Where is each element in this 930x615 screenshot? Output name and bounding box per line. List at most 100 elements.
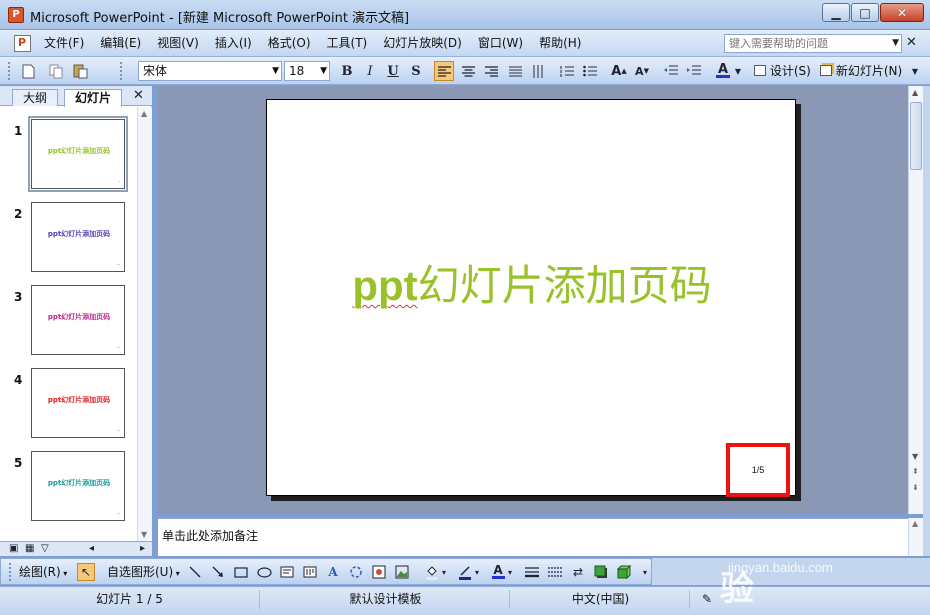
close-button[interactable]: ✕ [880,3,924,22]
minimize-button[interactable]: ▁ [822,3,850,22]
font-name-select[interactable]: 宋体 ▼ [138,61,282,81]
scroll-up-icon[interactable]: ▲ [141,109,147,118]
menu-view[interactable]: 视图(V) [149,30,207,57]
notes-pane[interactable]: 单击此处添加备注 [158,518,923,556]
new-document-icon[interactable] [18,61,38,81]
menu-slideshow[interactable]: 幻灯片放映(D) [375,30,470,57]
notes-placeholder[interactable]: 单击此处添加备注 [162,527,258,544]
slide-thumbnail[interactable]: ppt幻灯片添加页码 · [28,116,128,192]
toolbar-options-icon[interactable]: ▾ [639,563,651,581]
align-center-icon[interactable] [458,61,478,81]
scrollbar-thumb[interactable] [910,102,922,170]
list-item[interactable]: 2 ppt幻灯片添加页码 ·· [0,195,137,275]
next-slide-icon[interactable]: ⇟ [912,483,919,492]
arrow-icon[interactable] [209,563,227,581]
font-color-icon[interactable]: A [713,61,733,81]
chevron-down-icon[interactable]: ▼ [320,62,327,80]
shadow-style-icon[interactable] [592,563,610,581]
slide-page-number[interactable]: 1/5 [730,465,786,475]
maximize-button[interactable]: □ [851,3,879,22]
toolbar-grip[interactable] [9,563,12,581]
chevron-down-icon[interactable]: ▼ [892,35,899,52]
toolbar-grip[interactable] [8,62,11,80]
shadow-button[interactable]: S [406,61,426,81]
tab-slides[interactable]: 幻灯片 [64,89,123,107]
slide-sorter-view-icon[interactable]: ▦ [25,543,34,554]
oval-icon[interactable] [255,563,273,581]
powerpoint-app-icon[interactable]: P [8,7,24,23]
slide-thumbnail[interactable]: ppt幻灯片添加页码 ·· [31,285,125,355]
tab-outline[interactable]: 大纲 [12,89,59,106]
menu-edit[interactable]: 编辑(E) [92,30,149,57]
wordart-icon[interactable]: A [324,563,342,581]
copy-icon[interactable] [46,61,66,81]
scroll-up-icon[interactable]: ▲ [912,88,918,97]
dash-style-icon[interactable] [546,563,564,581]
arrow-style-icon[interactable]: ⇄ [569,563,587,581]
vertical-text-icon[interactable] [528,61,548,81]
status-design-template[interactable]: 默认设计模板 [262,590,510,609]
increase-font-size-icon[interactable]: A ▲ [609,61,629,81]
slide-scrollbar[interactable]: ▲ ▼ ⇞ ⇟ [908,86,923,514]
scroll-down-icon[interactable]: ▼ [912,452,918,461]
normal-view-icon[interactable]: ▣ [9,543,18,554]
vertical-text-box-icon[interactable] [301,563,319,581]
line-icon[interactable] [186,563,204,581]
decrease-font-size-icon[interactable]: A ▼ [632,61,652,81]
toolbar-grip[interactable] [120,62,123,80]
menu-file[interactable]: 文件(F) [36,30,92,57]
menu-tools[interactable]: 工具(T) [319,30,376,57]
spelling-status-icon[interactable]: ✎ [692,590,722,609]
underline-button[interactable]: U [383,61,403,81]
chevron-down-icon[interactable]: ▾ [505,563,515,581]
menu-help[interactable]: 帮助(H) [531,30,589,57]
menu-window[interactable]: 窗口(W) [470,30,531,57]
bold-button[interactable]: B [337,61,357,81]
scroll-down-icon[interactable]: ▼ [141,530,147,539]
list-item[interactable]: 3 ppt幻灯片添加页码 ·· [0,278,137,358]
justify-icon[interactable] [505,61,525,81]
bullets-icon[interactable] [580,61,600,81]
menu-insert[interactable]: 插入(I) [207,30,260,57]
help-question-input[interactable]: 键入需要帮助的问题 ▼ [724,34,902,53]
line-style-icon[interactable] [523,563,541,581]
numbering-icon[interactable] [557,61,577,81]
align-left-icon[interactable] [434,61,454,81]
document-icon[interactable] [14,35,31,52]
toolbar-options-icon[interactable]: ▼ [908,61,922,81]
notes-scrollbar[interactable]: ▲ [908,518,923,556]
paste-icon[interactable] [70,61,90,81]
slide-thumbnail[interactable]: ppt幻灯片添加页码 ·· [31,368,125,438]
chevron-down-icon[interactable]: ▼ [272,62,279,80]
align-right-icon[interactable] [481,61,501,81]
rectangle-icon[interactable] [232,563,250,581]
panel-close-icon[interactable]: ✕ [133,88,144,103]
chevron-down-icon[interactable]: ▼ [733,61,743,81]
autoshapes-menu-button[interactable]: 自选图形(U) ▾ [107,563,180,582]
scroll-right-icon[interactable]: ▸ [140,543,145,554]
text-box-icon[interactable] [278,563,296,581]
slide-thumbnail[interactable]: ppt幻灯片添加页码 ·· [31,451,125,521]
previous-slide-icon[interactable]: ⇞ [912,467,919,476]
diagram-icon[interactable] [347,563,365,581]
document-close-icon[interactable]: ✕ [906,35,917,50]
chevron-down-icon[interactable]: ▾ [439,563,449,581]
select-objects-icon[interactable]: ↖ [77,563,95,581]
insert-picture-icon[interactable] [393,563,411,581]
3d-style-icon[interactable] [615,563,633,581]
scroll-left-icon[interactable]: ◂ [89,543,94,554]
menu-format[interactable]: 格式(O) [260,30,319,57]
design-button[interactable]: 设计(S) [754,62,811,79]
chevron-down-icon[interactable]: ▾ [472,563,482,581]
font-size-select[interactable]: 18 ▼ [284,61,330,81]
slide-thumbnail[interactable]: ppt幻灯片添加页码 ·· [31,202,125,272]
new-slide-button[interactable]: 新幻灯片(N) [820,62,902,79]
draw-menu-button[interactable]: 绘图(R) ▾ [19,563,67,582]
list-item[interactable]: 5 ppt幻灯片添加页码 ·· [0,444,137,524]
decrease-indent-icon[interactable] [661,61,681,81]
clip-art-icon[interactable] [370,563,388,581]
italic-button[interactable]: I [360,61,380,81]
list-item[interactable]: 4 ppt幻灯片添加页码 ·· [0,361,137,441]
list-item[interactable]: 1 ppt幻灯片添加页码 · [0,112,137,192]
slide-canvas[interactable]: ppt幻灯片添加页码 1/5 [266,99,796,497]
